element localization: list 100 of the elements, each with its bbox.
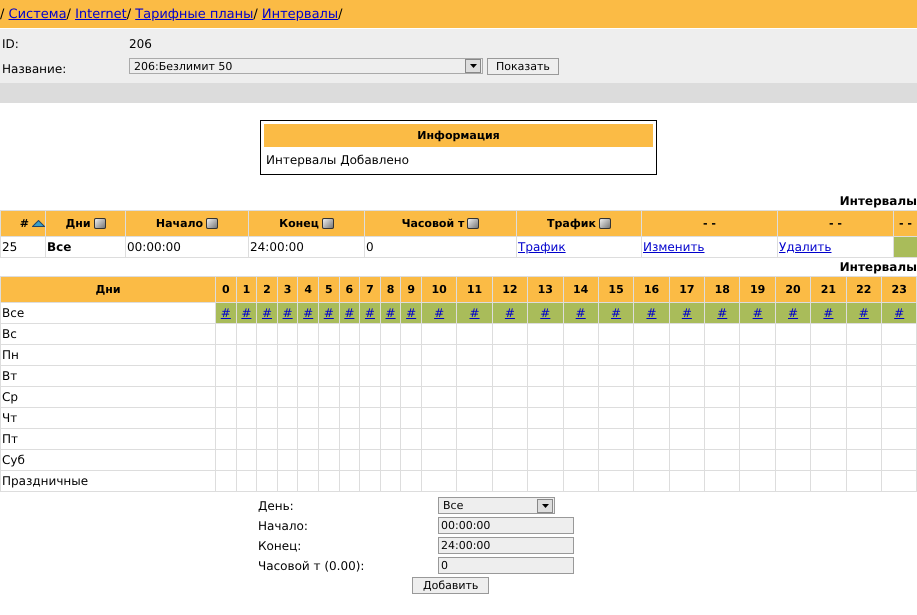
table-cell: Все <box>46 236 126 258</box>
hour-link[interactable]: # <box>540 306 550 320</box>
hour-link[interactable]: # <box>344 306 354 320</box>
hour-link[interactable]: # <box>894 306 904 320</box>
day-label: Праздничные <box>0 470 216 492</box>
column-header: 1 <box>236 276 257 302</box>
column-header: 19 <box>740 276 776 302</box>
hour-link[interactable]: # <box>788 306 798 320</box>
column-header[interactable]: - - <box>642 210 778 236</box>
column-header: 2 <box>256 276 278 302</box>
column-header: 10 <box>421 276 457 302</box>
field-label: Начало: <box>258 518 309 532</box>
hour-link[interactable]: # <box>576 306 586 320</box>
hour-link[interactable]: # <box>858 306 869 320</box>
sort-icon[interactable] <box>94 218 106 229</box>
column-header: 18 <box>704 276 740 302</box>
column-header[interactable]: Часовой т <box>364 210 516 236</box>
sort-ascending-icon[interactable] <box>32 220 45 227</box>
end-field[interactable]: 24:00:00 <box>438 537 574 554</box>
show-button[interactable]: Показать <box>487 58 559 74</box>
breadcrumb-link[interactable]: Интервалы <box>262 6 338 22</box>
info-title: Информация <box>264 124 653 147</box>
day-label: Пн <box>0 344 216 366</box>
day-label: Вт <box>0 366 216 386</box>
column-header: 21 <box>810 276 846 302</box>
breadcrumb-separator: / <box>253 6 259 22</box>
day-label: Вс <box>0 324 216 344</box>
day-label: Суб <box>0 450 216 470</box>
hour-link[interactable]: # <box>364 306 375 320</box>
column-header: 15 <box>598 276 634 302</box>
hour-link[interactable]: # <box>241 306 252 320</box>
breadcrumb-link[interactable]: Тарифные планы <box>135 6 254 22</box>
sort-icon[interactable] <box>467 218 480 229</box>
column-header: 20 <box>775 276 811 302</box>
hour-link[interactable]: # <box>752 306 763 320</box>
hour-link[interactable]: # <box>386 306 396 320</box>
column-header: 14 <box>563 276 598 302</box>
hour-link[interactable]: # <box>220 306 231 320</box>
column-header: 0 <box>216 276 236 302</box>
column-header[interactable]: Начало <box>126 210 248 236</box>
hour-link[interactable]: # <box>682 306 692 320</box>
caret-icon <box>470 64 476 68</box>
column-header: 22 <box>846 276 882 302</box>
breadcrumb-separator: / <box>66 6 72 22</box>
hour-link[interactable]: # <box>282 306 293 320</box>
table-cell: 24:00:00 <box>248 236 364 258</box>
table-cell: 25 <box>0 236 46 258</box>
hour-link[interactable]: # <box>262 306 272 320</box>
breadcrumb-separator: / <box>0 6 6 22</box>
start-field[interactable]: 00:00:00 <box>438 517 574 534</box>
table-caption: Интервалы <box>838 259 917 276</box>
hour-link[interactable]: # <box>504 306 515 320</box>
column-header: 5 <box>318 276 340 302</box>
hour-link[interactable]: # <box>823 306 834 320</box>
hour-link[interactable]: # <box>406 306 416 320</box>
column-header[interactable]: Дни <box>46 210 126 236</box>
breadcrumb-separator: / <box>338 6 344 22</box>
column-header[interactable]: Трафик <box>516 210 642 236</box>
hour-link[interactable]: # <box>646 306 656 320</box>
column-header: 11 <box>456 276 492 302</box>
hourly-field[interactable]: 0 <box>438 557 574 574</box>
column-header: 12 <box>492 276 528 302</box>
column-header[interactable]: - - <box>894 210 917 236</box>
hour-link[interactable]: # <box>434 306 444 320</box>
breadcrumb-separator: / <box>126 6 132 22</box>
column-header: 4 <box>298 276 318 302</box>
info-message: Интервалы Добавлено <box>265 152 410 169</box>
caret-icon <box>542 504 548 508</box>
hour-link[interactable]: # <box>717 306 728 320</box>
add-button[interactable]: Добавить <box>412 577 490 594</box>
sort-icon[interactable] <box>322 218 334 229</box>
hour-link[interactable]: # <box>303 306 314 320</box>
column-header[interactable]: - - <box>778 210 894 236</box>
id-value: 206 <box>129 37 152 51</box>
hour-link[interactable]: # <box>611 306 622 320</box>
column-header: 17 <box>669 276 705 302</box>
sort-icon[interactable] <box>206 218 218 229</box>
column-header: 23 <box>882 276 917 302</box>
column-header: 16 <box>634 276 670 302</box>
field-label: Часовой т (0.00): <box>258 558 366 572</box>
table-cell: 0 <box>364 236 516 258</box>
name-select[interactable]: 206:Безлимит 50 <box>129 58 483 74</box>
column-header[interactable]: Конец <box>248 210 364 236</box>
column-header: Дни <box>0 276 216 302</box>
day-select[interactable]: Все <box>438 497 555 514</box>
sort-icon[interactable] <box>598 218 611 229</box>
column-header: 9 <box>400 276 422 302</box>
field-label: Название: <box>1 61 68 76</box>
column-header: 6 <box>339 276 360 302</box>
day-label: Ср <box>0 386 216 408</box>
hour-link[interactable]: # <box>324 306 334 320</box>
column-header: 3 <box>277 276 298 302</box>
field-label: ID: <box>1 37 20 51</box>
breadcrumb-link[interactable]: Система <box>8 6 67 22</box>
column-header[interactable]: # <box>0 210 46 236</box>
breadcrumb-link[interactable]: Internet <box>75 6 127 22</box>
table-caption: Интервалы <box>838 193 917 210</box>
hour-link[interactable]: # <box>469 306 480 320</box>
column-header: 13 <box>528 276 563 302</box>
column-header: 7 <box>360 276 380 302</box>
